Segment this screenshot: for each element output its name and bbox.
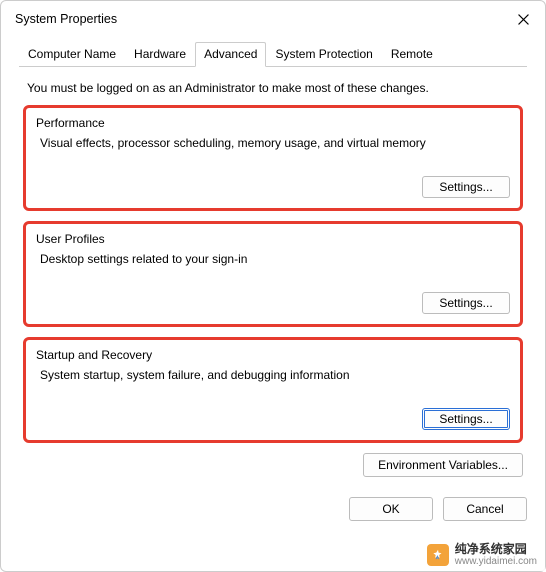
tab-computer-name[interactable]: Computer Name bbox=[19, 42, 125, 67]
tab-advanced[interactable]: Advanced bbox=[195, 42, 266, 67]
group-performance-title: Performance bbox=[36, 116, 510, 130]
watermark-line1: 纯净系统家园 bbox=[455, 543, 537, 556]
admin-note: You must be logged on as an Administrato… bbox=[27, 81, 519, 95]
group-performance: Performance Visual effects, processor sc… bbox=[23, 105, 523, 211]
environment-variables-button[interactable]: Environment Variables... bbox=[363, 453, 523, 477]
group-performance-desc: Visual effects, processor scheduling, me… bbox=[40, 136, 510, 150]
user-profiles-settings-label: Settings... bbox=[439, 296, 492, 310]
user-profiles-settings-button[interactable]: Settings... bbox=[422, 292, 510, 314]
group-user-profiles: User Profiles Desktop settings related t… bbox=[23, 221, 523, 327]
close-button[interactable] bbox=[515, 11, 531, 27]
group-user-profiles-desc: Desktop settings related to your sign-in bbox=[40, 252, 510, 266]
window-title: System Properties bbox=[15, 12, 117, 26]
tab-remote[interactable]: Remote bbox=[382, 42, 442, 67]
cancel-button[interactable]: Cancel bbox=[443, 497, 527, 521]
watermark: 纯净系统家园 www.yidaimei.com bbox=[421, 539, 545, 571]
performance-settings-label: Settings... bbox=[439, 180, 492, 194]
ok-label: OK bbox=[382, 502, 399, 516]
ok-button[interactable]: OK bbox=[349, 497, 433, 521]
watermark-logo-icon bbox=[427, 544, 449, 566]
tab-strip: Computer Name Hardware Advanced System P… bbox=[19, 41, 527, 67]
group-user-profiles-title: User Profiles bbox=[36, 232, 510, 246]
group-startup-recovery-title: Startup and Recovery bbox=[36, 348, 510, 362]
cancel-label: Cancel bbox=[466, 502, 503, 516]
performance-settings-button[interactable]: Settings... bbox=[422, 176, 510, 198]
environment-variables-label: Environment Variables... bbox=[378, 458, 508, 472]
watermark-line2: www.yidaimei.com bbox=[455, 556, 537, 567]
close-icon bbox=[518, 14, 529, 25]
group-startup-recovery: Startup and Recovery System startup, sys… bbox=[23, 337, 523, 443]
group-startup-recovery-desc: System startup, system failure, and debu… bbox=[40, 368, 510, 382]
startup-recovery-settings-button[interactable]: Settings... bbox=[422, 408, 510, 430]
tab-hardware[interactable]: Hardware bbox=[125, 42, 195, 67]
tab-system-protection[interactable]: System Protection bbox=[266, 42, 381, 67]
startup-recovery-settings-label: Settings... bbox=[439, 412, 492, 426]
